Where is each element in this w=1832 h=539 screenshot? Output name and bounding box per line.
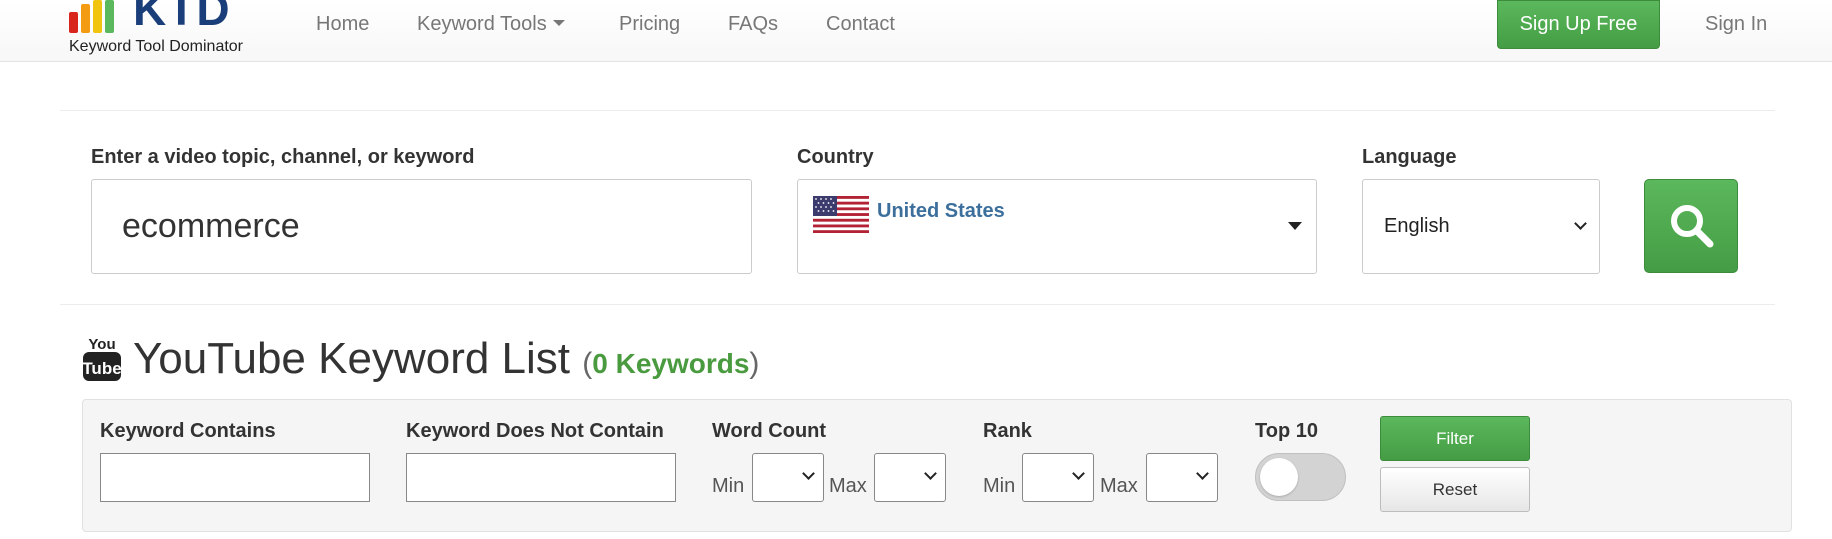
nav-contact[interactable]: Contact — [826, 12, 895, 36]
chevron-down-icon — [1196, 467, 1209, 480]
rank-max-label: Max — [1100, 475, 1138, 497]
search-button[interactable] — [1644, 179, 1738, 273]
chevron-down-icon — [802, 467, 815, 480]
caret-down-icon — [552, 20, 565, 27]
filter-panel: Keyword Contains Keyword Does Not Contai… — [82, 399, 1792, 532]
youtube-icon-you-text: You — [88, 336, 115, 353]
divider-middle — [60, 304, 1775, 305]
keyword-not-contains-label: Keyword Does Not Contain — [406, 420, 664, 442]
topic-label: Enter a video topic, channel, or keyword — [91, 146, 475, 168]
divider-top — [60, 110, 1775, 111]
sign-up-free-button[interactable]: Sign Up Free — [1497, 0, 1660, 49]
paren-close: ) — [749, 347, 760, 380]
logo-wordmark: KTD — [133, 0, 231, 35]
filter-button[interactable]: Filter — [1380, 416, 1530, 461]
chevron-down-icon — [924, 467, 937, 480]
country-select[interactable]: United States — [797, 179, 1317, 274]
keyword-contains-input[interactable] — [100, 453, 370, 502]
top10-label: Top 10 — [1255, 420, 1318, 442]
word-count-max-select[interactable] — [874, 453, 946, 502]
language-label: Language — [1362, 146, 1457, 168]
rank-min-label: Min — [983, 475, 1016, 497]
word-count-min-select[interactable] — [752, 453, 824, 502]
chevron-down-icon — [1072, 467, 1085, 480]
rank-max-select[interactable] — [1146, 453, 1218, 502]
keyword-list-title: YouTube Keyword List — [133, 334, 571, 383]
nav-keyword-tools-label: Keyword Tools — [417, 13, 547, 35]
language-selected-value: English — [1384, 215, 1450, 237]
word-count-min-label: Min — [712, 475, 745, 497]
youtube-icon-tube-text: Tube — [82, 359, 121, 378]
logo-bars-icon — [69, 0, 114, 33]
country-label: Country — [797, 146, 874, 168]
sign-in-link[interactable]: Sign In — [1705, 12, 1767, 36]
caret-down-icon — [1288, 222, 1302, 230]
chevron-down-icon — [1574, 217, 1587, 230]
language-select[interactable]: English — [1362, 179, 1600, 274]
youtube-icon: You Tube — [82, 336, 122, 381]
topic-search-input[interactable] — [91, 179, 752, 274]
top-navbar: KTD Keyword Tool Dominator Home Keyword … — [0, 0, 1832, 62]
us-flag-icon — [813, 196, 869, 233]
reset-button[interactable]: Reset — [1380, 467, 1530, 512]
rank-min-select[interactable] — [1022, 453, 1094, 502]
ktd-logo[interactable]: KTD Keyword Tool Dominator — [68, 0, 268, 60]
logo-tagline: Keyword Tool Dominator — [69, 38, 244, 55]
nav-keyword-tools[interactable]: Keyword Tools — [417, 12, 565, 36]
keyword-not-contains-input[interactable] — [406, 453, 676, 502]
toggle-knob — [1260, 458, 1298, 496]
keyword-contains-label: Keyword Contains — [100, 420, 276, 442]
keyword-count: 0 Keywords — [592, 348, 750, 379]
nav-home[interactable]: Home — [316, 12, 369, 36]
top10-toggle[interactable] — [1255, 453, 1346, 501]
paren-open: ( — [582, 347, 593, 380]
rank-label: Rank — [983, 420, 1032, 442]
nav-pricing[interactable]: Pricing — [619, 12, 680, 36]
word-count-max-label: Max — [829, 475, 867, 497]
keyword-list-heading: YouTube Keyword List (0 Keywords) — [133, 334, 759, 389]
country-selected-value: United States — [877, 200, 1005, 222]
nav-faqs[interactable]: FAQs — [728, 12, 778, 36]
word-count-label: Word Count — [712, 420, 827, 442]
search-icon — [1671, 205, 1714, 248]
